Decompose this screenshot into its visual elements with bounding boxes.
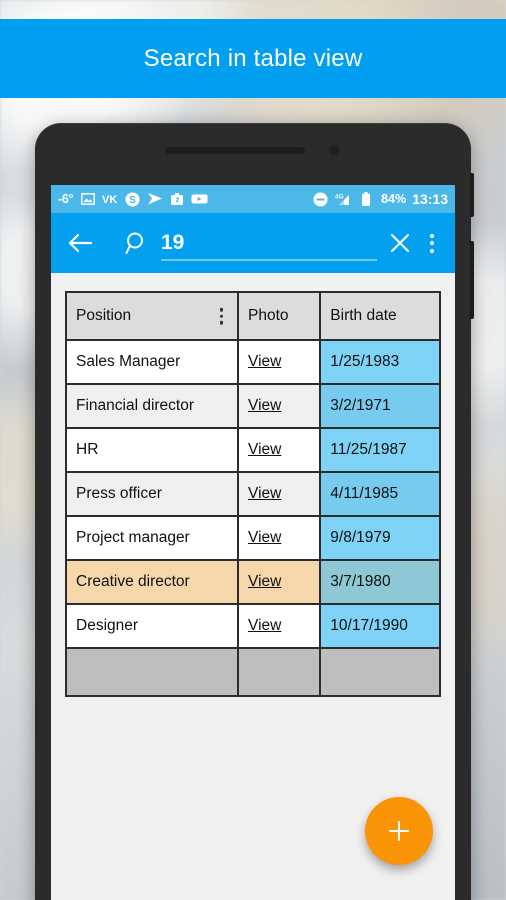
search-toolbar: 19	[51, 213, 455, 273]
phone-front-camera	[328, 144, 341, 157]
plus-icon	[389, 821, 409, 841]
add-record-fab[interactable]	[365, 797, 433, 865]
search-input[interactable]: 19	[161, 223, 377, 263]
overflow-dot	[430, 241, 434, 245]
column-header-position-label: Position	[76, 307, 132, 324]
cell-empty-birth-date	[319, 647, 441, 697]
cell-position[interactable]: Financial director	[64, 383, 240, 429]
youtube-icon	[191, 193, 208, 205]
search-input-underline	[161, 259, 377, 261]
table-row[interactable]: Creative director View 3/7/1980	[64, 559, 441, 605]
view-photo-link[interactable]: View	[248, 353, 281, 370]
cell-photo[interactable]: View	[237, 383, 322, 429]
cell-birth-date[interactable]: 1/25/1983	[319, 339, 441, 385]
battery-percent: 84%	[381, 192, 407, 206]
table-row[interactable]: Financial director View 3/2/1971	[64, 383, 441, 429]
briefcase-icon	[170, 192, 184, 206]
cell-photo[interactable]: View	[237, 559, 322, 605]
column-menu-dot	[219, 320, 224, 325]
table-row[interactable]: Press officer View 4/11/1985	[64, 471, 441, 517]
column-header-photo-label: Photo	[248, 307, 289, 324]
column-header-birth-date[interactable]: Birth date	[319, 291, 441, 341]
cell-empty-photo	[237, 647, 322, 697]
search-icon	[123, 229, 151, 257]
data-table: Position Photo Birth date Sales Manager …	[64, 291, 441, 697]
phone-volume-button[interactable]	[470, 241, 474, 319]
cell-position[interactable]: Sales Manager	[64, 339, 240, 385]
signal-4g-icon: 4G	[335, 192, 354, 206]
table-row[interactable]: Sales Manager View 1/25/1983	[64, 339, 441, 385]
weather-temperature: -6°	[58, 192, 74, 206]
cell-position[interactable]: Creative director	[64, 559, 240, 605]
cell-position[interactable]: Project manager	[64, 515, 240, 561]
column-menu-icon[interactable]	[219, 307, 224, 325]
cell-birth-date[interactable]: 4/11/1985	[319, 471, 441, 517]
cell-birth-date[interactable]: 9/8/1979	[319, 515, 441, 561]
column-header-position[interactable]: Position	[64, 291, 240, 341]
column-header-birth-date-label: Birth date	[330, 307, 397, 324]
column-header-photo[interactable]: Photo	[237, 291, 322, 341]
phone-power-button[interactable]	[470, 173, 474, 217]
banner-title: Search in table view	[143, 44, 363, 72]
svg-text:VK: VK	[102, 194, 117, 205]
cell-birth-date[interactable]: 3/7/1980	[319, 559, 441, 605]
image-icon	[81, 193, 96, 205]
table-body: Sales Manager View 1/25/1983 Financial dire…	[64, 339, 441, 697]
column-menu-dot	[219, 307, 224, 312]
view-photo-link[interactable]: View	[248, 485, 281, 502]
promo-banner: Search in table view	[0, 19, 506, 98]
battery-icon	[361, 191, 371, 207]
overflow-dot	[430, 233, 434, 238]
svg-text:S: S	[129, 195, 136, 206]
cell-position[interactable]: Designer	[64, 603, 240, 649]
cell-photo[interactable]: View	[237, 427, 322, 473]
table-empty-row	[64, 647, 441, 697]
close-icon[interactable]	[383, 226, 417, 260]
overflow-dot	[430, 248, 434, 253]
do-not-disturb-icon	[313, 192, 328, 207]
cell-position[interactable]: HR	[64, 427, 240, 473]
cell-position[interactable]: Press officer	[64, 471, 240, 517]
vk-icon: VK	[102, 193, 118, 205]
status-bar: -6° VK S 4G 84% 13:13	[51, 185, 455, 213]
cell-birth-date[interactable]: 11/25/1987	[319, 427, 441, 473]
table-header-row: Position Photo Birth date	[64, 291, 441, 341]
phone-speaker-grille	[165, 147, 305, 154]
status-bar-clock: 13:13	[412, 191, 448, 207]
cell-photo[interactable]: View	[237, 515, 322, 561]
table-row[interactable]: Project manager View 9/8/1979	[64, 515, 441, 561]
data-table-container: Position Photo Birth date Sales Manager …	[51, 273, 455, 697]
cell-photo[interactable]: View	[237, 603, 322, 649]
cell-photo[interactable]: View	[237, 471, 322, 517]
view-photo-link[interactable]: View	[248, 617, 281, 634]
cell-birth-date[interactable]: 10/17/1990	[319, 603, 441, 649]
cell-photo[interactable]: View	[237, 339, 322, 385]
column-menu-dot	[219, 314, 224, 318]
overflow-menu-icon[interactable]	[421, 225, 443, 261]
table-header: Position Photo Birth date	[64, 291, 441, 341]
svg-text:4G: 4G	[335, 194, 344, 201]
aptoide-play-icon	[147, 192, 163, 206]
view-photo-link[interactable]: View	[248, 441, 281, 458]
view-photo-link[interactable]: View	[248, 397, 281, 414]
view-photo-link[interactable]: View	[248, 529, 281, 546]
phone-screen: -6° VK S 4G 84% 13:13 19 Position Photo …	[51, 185, 455, 900]
table-row[interactable]: Designer View 10/17/1990	[64, 603, 441, 649]
skype-icon: S	[125, 192, 140, 207]
cell-birth-date[interactable]: 3/2/1971	[319, 383, 441, 429]
search-input-value: 19	[161, 231, 185, 254]
back-arrow-icon[interactable]	[63, 226, 97, 260]
view-photo-link[interactable]: View	[248, 573, 281, 590]
cell-empty-position	[64, 647, 240, 697]
table-row[interactable]: HR View 11/25/1987	[64, 427, 441, 473]
phone-device-frame: -6° VK S 4G 84% 13:13 19 Position Photo …	[35, 123, 474, 900]
